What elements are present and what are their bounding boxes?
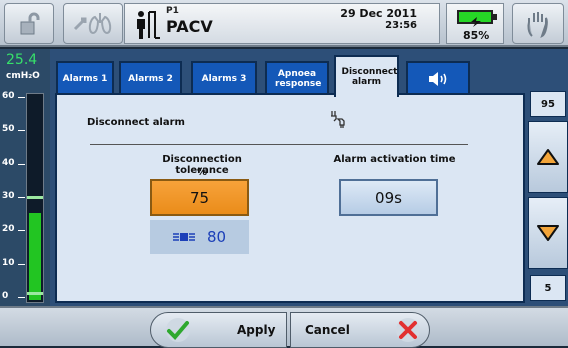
- pressure-gauge: 25.4 cmH₂O 60 50 40 30 20 10 0: [0, 49, 50, 306]
- pressure-tick-label: 10: [2, 257, 15, 268]
- tab-alarms-2[interactable]: Alarms 2: [119, 61, 182, 95]
- date: 29 Dec 2011: [340, 7, 417, 20]
- pressure-tick-label: 20: [2, 224, 15, 235]
- top-bar: P1 PACV 29 Dec 2011 23:56 85%: [0, 0, 568, 47]
- bottom-bar: Apply Cancel: [0, 306, 568, 348]
- alarm-settings-panel: Alarms 1 Alarms 2 Alarms 3 Apnoea respon…: [50, 49, 527, 306]
- pressure-tick-label: 30: [2, 191, 15, 201]
- increase-button[interactable]: [528, 121, 568, 193]
- unlock-icon: [20, 12, 40, 34]
- pressure-unit: cmH₂O: [6, 71, 40, 81]
- patient-icon: [137, 11, 160, 39]
- pressure-tick-label: 50: [2, 124, 15, 135]
- activation-label: Alarm activation time: [333, 154, 456, 165]
- measured-value: 80: [206, 228, 227, 246]
- value-stepper: 95 5: [527, 49, 568, 306]
- tab-apnoea-response[interactable]: Apnoea response: [265, 61, 329, 95]
- pressure-tick-mark: [18, 197, 25, 198]
- tab-alarms-3[interactable]: Alarms 3: [191, 61, 257, 95]
- arrow-down-icon: [537, 225, 559, 241]
- pressure-tick-label: 60: [2, 91, 15, 101]
- max-value: 95: [530, 91, 566, 117]
- pressure-tick-mark: [18, 97, 25, 98]
- tolerance-unit: %: [196, 167, 208, 178]
- pressure-value: 25.4: [6, 52, 38, 68]
- pressure-bar: [29, 213, 41, 300]
- decrease-button[interactable]: [528, 197, 568, 269]
- time: 23:56: [385, 20, 417, 31]
- patient-info: P1 PACV 29 Dec 2011 23:56: [124, 3, 440, 44]
- pressure-tick-label: 40: [2, 157, 15, 168]
- pressure-low-marker: [27, 292, 43, 295]
- pressure-tick-label: 0: [2, 291, 9, 301]
- tab-alarms-1[interactable]: Alarms 1: [56, 61, 114, 95]
- pressure-bar-track: [26, 93, 44, 303]
- battery-tip: [493, 14, 497, 20]
- lungs-icon: [73, 12, 112, 34]
- hand-icon: [527, 11, 548, 38]
- x-icon: [396, 318, 420, 342]
- pressure-tick-mark: [18, 297, 25, 298]
- arrow-up-icon: [537, 149, 559, 165]
- tab-disconnect-alarm[interactable]: Disconnect alarm: [334, 55, 399, 97]
- patient-id: P1: [166, 6, 179, 16]
- section-title: Disconnect alarm: [87, 117, 185, 128]
- tab-content: Disconnect alarm Disconnection tolerance…: [55, 93, 525, 303]
- alarm-silence-button[interactable]: [512, 3, 564, 44]
- pressure-tick-mark: [18, 263, 25, 265]
- cancel-label: Cancel: [305, 323, 350, 337]
- pressure-tick-mark: [18, 130, 25, 132]
- activation-value: 09s: [375, 188, 402, 207]
- apply-button[interactable]: Apply: [150, 312, 287, 348]
- tab-sound[interactable]: [406, 61, 470, 95]
- min-value: 5: [530, 275, 566, 301]
- tolerance-value: 75: [189, 188, 210, 207]
- battery-icon: [457, 10, 493, 27]
- manual-breath-button[interactable]: [63, 3, 123, 44]
- pressure-high-marker: [27, 196, 43, 199]
- pressure-tick-mark: [18, 230, 25, 232]
- battery-status: 85%: [446, 3, 504, 44]
- check-icon: [166, 318, 190, 342]
- ventilation-mode: PACV: [166, 17, 213, 36]
- apply-label: Apply: [237, 323, 276, 337]
- divider: [90, 144, 468, 145]
- disconnect-icon: [331, 111, 345, 128]
- pressure-tick-mark: [18, 163, 25, 165]
- lock-button[interactable]: [4, 3, 54, 44]
- activation-time-setting[interactable]: 09s: [339, 179, 438, 216]
- tolerance-setting[interactable]: 75: [150, 179, 249, 216]
- cancel-button[interactable]: Cancel: [290, 312, 430, 348]
- measured-leak: 80: [150, 220, 249, 254]
- speaker-icon: [429, 72, 447, 86]
- battery-percent: 85%: [463, 29, 490, 42]
- leak-icon: [172, 233, 195, 241]
